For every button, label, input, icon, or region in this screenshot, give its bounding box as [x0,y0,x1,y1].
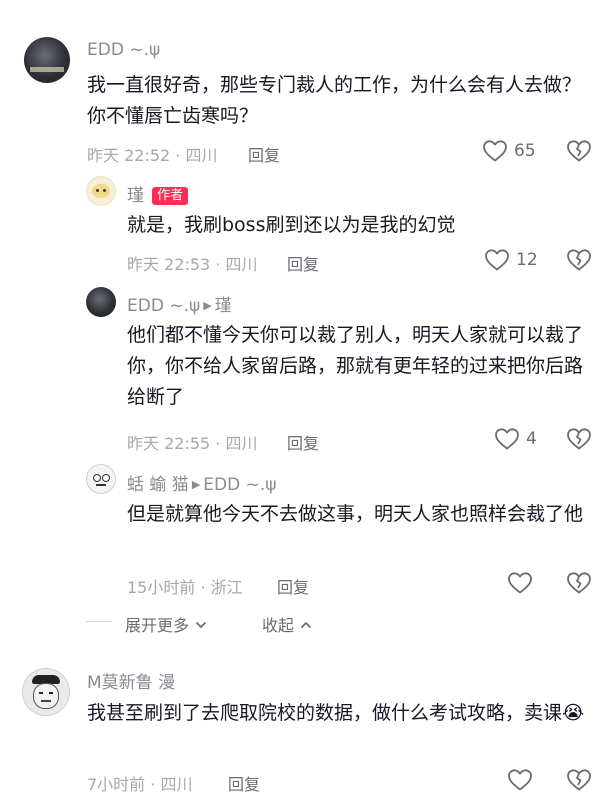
dislike-button[interactable] [566,768,592,796]
comment-text: 他们都不懂今天你可以裁了别人，明天人家就可以裁了你，你不给人家留后路，那就有更年… [127,324,584,408]
broken-heart-icon [567,249,591,271]
broken-heart-icon [567,769,591,791]
like-count: 4 [526,429,537,449]
heart-outline-icon [508,572,532,594]
chevron-down-icon [196,622,207,628]
dislike-button[interactable] [566,571,592,599]
reply-button[interactable]: 回复 [277,574,309,598]
avatar[interactable] [86,287,116,317]
reply-button[interactable]: 回复 [287,430,319,454]
comment-meta: 昨天 22:53 · 四川 [127,255,258,274]
thread-divider [86,621,112,622]
dislike-button[interactable] [566,427,592,455]
crying-laughing-emoji: 😭 [562,702,585,724]
comment-text: 我甚至刷到了去爬取院校的数据，做什么考试攻略，卖课😭 [87,698,592,729]
reply-button[interactable]: 回复 [228,771,260,795]
heart-outline-icon [483,140,507,162]
heart-outline-icon [508,769,532,791]
expand-more-button[interactable]: 展开更多 [125,612,208,636]
comment-username[interactable]: EDD ~.ψ [87,40,160,60]
reply-button[interactable]: 回复 [248,142,280,166]
like-button[interactable] [507,768,533,792]
broken-heart-icon [567,140,591,162]
author-badge: 作者 [152,187,189,205]
dislike-button[interactable] [566,248,592,276]
triangle-right-icon: ▶ [203,299,212,312]
comment-meta: 15小时前 · 浙江 [127,578,243,597]
username-text: 蛞 蝓 猫 [127,475,189,495]
like-button[interactable] [507,571,533,595]
comment-text: 但是就算他今天不去做这事，明天人家也照样会裁了他 [127,503,584,525]
like-button[interactable]: 65 [482,139,536,163]
comment-text: 我一直很好奇，那些专门裁人的工作，为什么会有人去做？你不懂唇亡齿寒吗？ [87,74,582,127]
reply-button[interactable]: 回复 [287,251,319,275]
avatar[interactable] [22,668,70,716]
collapse-label: 收起 [262,616,295,635]
avatar[interactable] [86,464,116,494]
comment-username[interactable]: EDD ~.ψ ▶ 瑾 [127,291,232,316]
username-text: EDD ~.ψ [127,296,201,316]
dislike-button[interactable] [566,139,592,167]
comment-meta: 昨天 22:52 · 四川 [87,146,218,165]
avatar[interactable] [24,37,70,83]
broken-heart-icon [567,572,591,594]
comment-username[interactable]: 蛞 蝓 猫 ▶ EDD ~.ψ [127,470,276,495]
username-text: 瑾 [127,186,144,206]
reply-to-username[interactable]: EDD ~.ψ [203,475,276,495]
like-button[interactable]: 4 [494,427,537,451]
comment-text: 就是，我刷boss刷到还以为是我的幻觉 [127,214,456,236]
comment-username[interactable]: 瑾作者 [127,181,189,206]
triangle-right-icon: ▶ [191,478,201,491]
comment-meta: 7小时前 · 四川 [87,775,193,794]
like-button[interactable]: 12 [484,248,538,272]
collapse-button[interactable]: 收起 [262,612,313,636]
expand-more-label: 展开更多 [125,616,190,635]
chevron-up-icon [301,622,312,628]
broken-heart-icon [567,428,591,450]
reply-to-username[interactable]: 瑾 [215,296,232,316]
heart-outline-icon [485,249,509,271]
comment-meta: 昨天 22:55 · 四川 [127,434,258,453]
heart-outline-icon [495,428,519,450]
avatar[interactable] [86,176,116,206]
like-count: 12 [516,250,538,270]
like-count: 65 [514,141,536,161]
comment-text-body: 我甚至刷到了去爬取院校的数据，做什么考试攻略，卖课 [87,702,563,724]
comment-username[interactable]: M莫新鲁 漫 [87,668,175,693]
